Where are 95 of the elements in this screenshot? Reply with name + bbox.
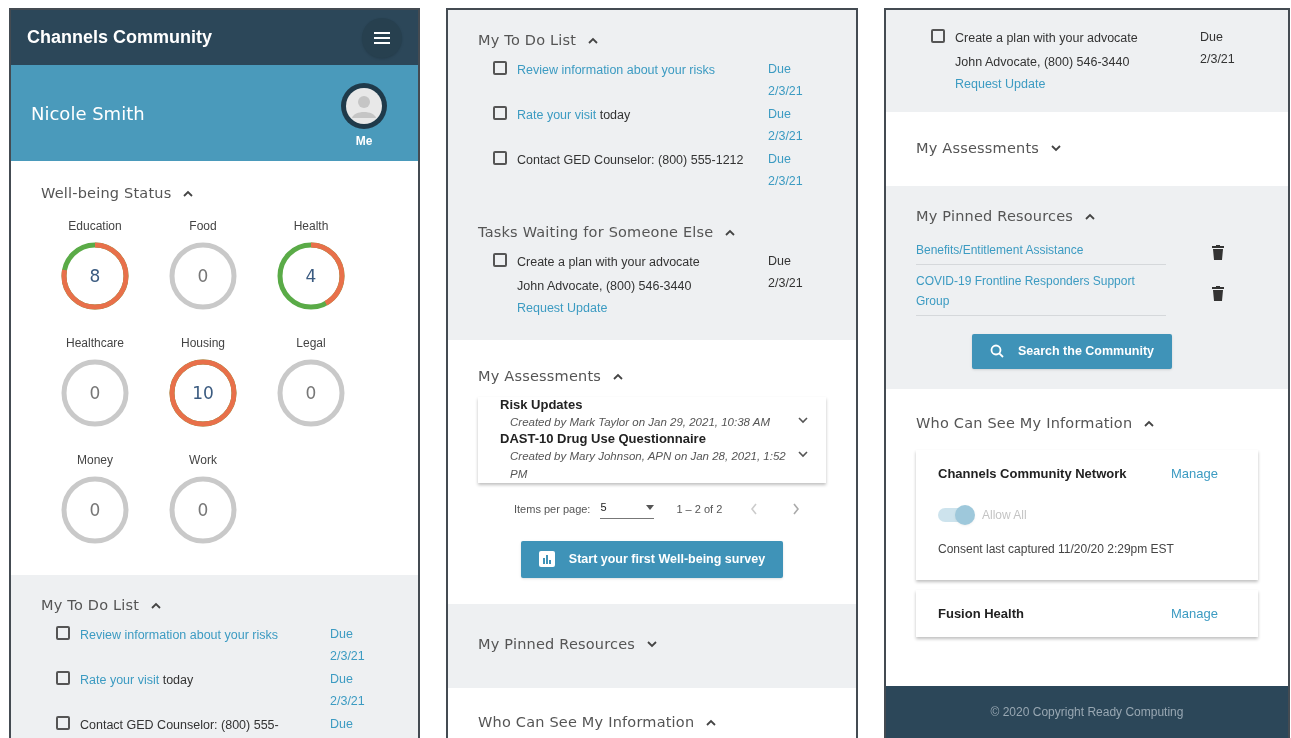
caret-down-icon (1051, 145, 1062, 153)
caret-up-icon (725, 229, 736, 237)
category-label: Legal (296, 334, 326, 352)
task-text: Contact GED Counselor: (800) 555- (80, 717, 279, 732)
caret-up-icon (1144, 419, 1155, 427)
caret-up-icon (706, 718, 717, 726)
caret-up-icon (1085, 213, 1096, 221)
organization-name: Channels Community Network (938, 465, 1127, 484)
caret-up-icon (613, 372, 624, 380)
checkbox[interactable] (931, 29, 945, 43)
score-ring (168, 240, 238, 311)
category-label: Food (189, 217, 217, 235)
task-text: Create a plan with your advocate (955, 31, 1138, 45)
user-name: Nicole Smith (31, 101, 145, 126)
due-date: Due 2/3/21 (768, 60, 804, 100)
task-detail: John Advocate, (800) 546-3440 (517, 277, 693, 295)
items-per-page-select[interactable]: 5 (600, 499, 655, 519)
task-text: Contact GED Counselor: (800) 555-1212 (517, 152, 744, 167)
due-date: Due 2/3/21 (330, 670, 366, 710)
toggle-label: Allow All (982, 506, 1027, 524)
checkbox[interactable] (493, 60, 507, 75)
category-label: Education (68, 217, 122, 235)
menu-icon (374, 31, 390, 44)
copyright-text: © 2020 Copyright Ready Computing (990, 704, 1184, 721)
category-label: Health (293, 217, 329, 235)
score-value: 4 (305, 267, 317, 285)
checkbox[interactable] (56, 625, 70, 640)
section-header[interactable]: My Assessments (478, 365, 624, 388)
task-text: Create a plan with your advocate (517, 254, 700, 269)
organization-name: Fusion Health (938, 604, 1024, 623)
checkbox[interactable] (493, 252, 507, 267)
score-value: 0 (89, 384, 101, 402)
score-ring (276, 240, 346, 311)
due-date: Due 2/3/21 (1200, 29, 1236, 68)
section-header[interactable]: My To Do List (41, 594, 162, 617)
due-date: Due 2/3/21 (330, 625, 366, 665)
category-label: Housing (181, 334, 225, 352)
items-per-page-label: Items per page: (514, 501, 591, 517)
search-icon (989, 344, 1004, 358)
due-date: Due 2/3/21 (768, 105, 804, 145)
score-value: 0 (89, 501, 101, 519)
search-community-button[interactable]: Search the Community (971, 333, 1173, 369)
category-label: Money (77, 451, 113, 469)
score-value: 0 (305, 384, 317, 402)
assessment-meta: Created by Mark Taylor on Jan 29, 2021, 10:38 AM (509, 415, 771, 431)
task-text: today (599, 107, 631, 122)
due-date: Due 2/3/21 (768, 252, 804, 292)
assessment-name[interactable]: DAST-10 Drug Use Questionnaire (500, 431, 790, 448)
caret-up-icon (151, 602, 162, 610)
section-header[interactable]: Tasks Waiting for Someone Else (478, 221, 736, 244)
due-date: Due 2/3/21 (768, 150, 804, 190)
category-label: Healthcare (66, 334, 124, 352)
task-detail: John Advocate, (800) 546-3440 (955, 54, 1131, 71)
checkbox[interactable] (493, 105, 507, 120)
score-ring (60, 240, 130, 311)
section-header[interactable]: Well-being Status (41, 183, 194, 205)
consent-note: Consent last captured 11/20/20 2:29pm EST (938, 540, 1175, 558)
dropdown-arrow-icon (646, 505, 655, 510)
caret-up-icon (183, 190, 194, 198)
score-ring (168, 357, 238, 428)
assessment-meta: Created by Mary Johnson, APN on Jan 28, 2021, 1:52 PM (509, 449, 787, 483)
section-header[interactable]: My Assessments (916, 138, 1062, 160)
bar-chart-icon (538, 551, 555, 568)
chevron-down-icon[interactable] (798, 451, 808, 459)
score-ring (60, 474, 130, 545)
trash-icon[interactable] (1212, 285, 1224, 301)
chevron-down-icon[interactable] (798, 417, 808, 425)
checkbox[interactable] (493, 150, 507, 165)
score-ring (276, 357, 346, 428)
section-header[interactable]: Who Can See My Information (478, 711, 717, 734)
caret-down-icon (647, 641, 658, 649)
section-header[interactable]: My To Do List (478, 30, 599, 52)
due-date: Due (330, 715, 354, 733)
category-label: Work (189, 451, 217, 469)
score-ring (60, 357, 130, 428)
checkbox[interactable] (56, 670, 70, 685)
section-header[interactable]: My Pinned Resources (478, 633, 658, 656)
score-value: 0 (197, 501, 209, 519)
section-header[interactable]: Who Can See My Information (916, 412, 1155, 435)
score-value: 10 (192, 384, 214, 402)
avatar-icon[interactable] (340, 82, 388, 130)
score-value: 8 (89, 267, 101, 285)
checkbox[interactable] (56, 715, 70, 730)
app-title: Channels Community (27, 26, 213, 49)
page-range: 1 – 2 of 2 (676, 501, 723, 517)
assessment-name[interactable]: Risk Updates (500, 397, 790, 414)
avatar-label: Me (355, 133, 373, 150)
section-header[interactable]: My Pinned Resources (916, 205, 1096, 228)
task-text: today (162, 672, 194, 687)
score-value: 0 (197, 267, 209, 285)
caret-up-icon (588, 37, 599, 45)
score-ring (168, 474, 238, 545)
survey-button[interactable]: Start your first Well-being survey (520, 540, 784, 578)
menu-button[interactable] (362, 17, 402, 58)
trash-icon[interactable] (1212, 244, 1224, 260)
